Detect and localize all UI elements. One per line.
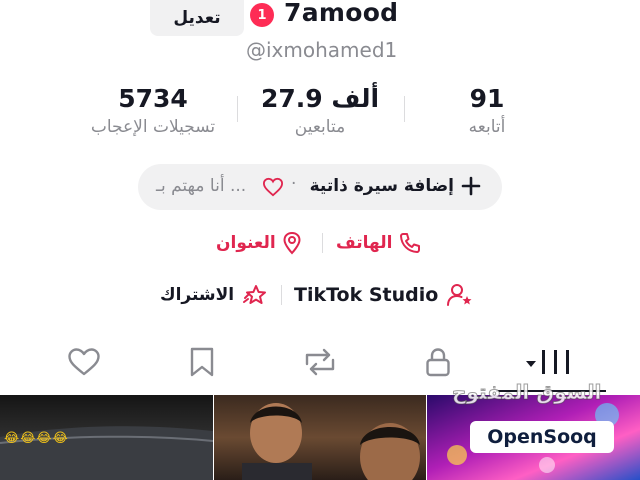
likes-label: تسجيلات الإعجاب bbox=[90, 117, 216, 137]
stat-divider bbox=[237, 96, 238, 122]
address-link[interactable]: العنوان bbox=[216, 228, 302, 258]
lock-icon bbox=[426, 348, 450, 377]
followers-stat[interactable]: 27.9 ألف متابعين bbox=[260, 82, 380, 138]
opensooq-logo: OpenSooq bbox=[470, 421, 614, 453]
followers-count: 27.9 ألف bbox=[260, 84, 380, 113]
address-label: العنوان bbox=[216, 233, 276, 253]
repost-icon bbox=[305, 348, 335, 376]
following-count: 91 bbox=[469, 84, 505, 113]
chevron-down-icon bbox=[526, 361, 536, 367]
tab-videos[interactable] bbox=[522, 344, 578, 380]
subscription-star-icon bbox=[243, 285, 267, 304]
bookmark-icon bbox=[190, 347, 214, 377]
add-bio-label: إضافة سيرة ذاتية bbox=[309, 176, 454, 196]
tab-reposts[interactable] bbox=[302, 344, 338, 380]
video-thumbnail[interactable] bbox=[214, 395, 426, 480]
subscribe-link[interactable]: الاشتراك bbox=[160, 280, 270, 310]
watermark-text: السوق المفتوح bbox=[451, 380, 602, 405]
emoji-overlay: 😂😂😂😂 bbox=[4, 431, 69, 446]
following-stat[interactable]: 91 أتابعه bbox=[446, 82, 528, 138]
following-label: أتابعه bbox=[468, 117, 506, 137]
creator-user-icon bbox=[447, 284, 472, 306]
add-bio-button[interactable]: إضافة سيرة ذاتية · أنا مهتم بـ ... bbox=[138, 164, 502, 210]
bio-separator: · bbox=[291, 174, 297, 194]
likes-stat[interactable]: 5734 تسجيلات الإعجاب bbox=[80, 82, 226, 138]
username: @ixmohamed1 bbox=[246, 38, 398, 62]
plus-icon bbox=[461, 176, 481, 196]
phone-icon bbox=[400, 233, 421, 253]
heart-outline-icon bbox=[262, 177, 284, 197]
interests-placeholder: أنا مهتم بـ ... bbox=[156, 176, 247, 196]
links-divider bbox=[322, 233, 323, 253]
subscribe-label: الاشتراك bbox=[160, 285, 235, 305]
phone-label: الهاتف bbox=[336, 233, 393, 253]
tiktok-studio-link[interactable]: TikTok Studio bbox=[294, 280, 474, 310]
edit-profile-button[interactable]: تعديل bbox=[150, 0, 244, 36]
tab-liked[interactable] bbox=[66, 344, 102, 380]
phone-link[interactable]: الهاتف bbox=[336, 228, 422, 258]
tab-saved[interactable] bbox=[184, 344, 220, 380]
location-pin-icon bbox=[283, 231, 301, 255]
people-photo-graphic bbox=[242, 403, 420, 480]
heart-icon bbox=[68, 348, 100, 376]
notification-badge[interactable]: 1 bbox=[250, 3, 274, 27]
stat-divider bbox=[404, 96, 405, 122]
likes-count: 5734 bbox=[118, 84, 188, 113]
followers-label: متابعين bbox=[294, 117, 346, 137]
video-thumbnail[interactable]: 😂😂😂😂 bbox=[0, 395, 213, 480]
studio-divider bbox=[281, 285, 282, 305]
display-name: 7amood bbox=[284, 0, 399, 27]
studio-label: TikTok Studio bbox=[294, 284, 439, 306]
grid-icon bbox=[526, 350, 569, 374]
tab-private[interactable] bbox=[420, 344, 456, 380]
